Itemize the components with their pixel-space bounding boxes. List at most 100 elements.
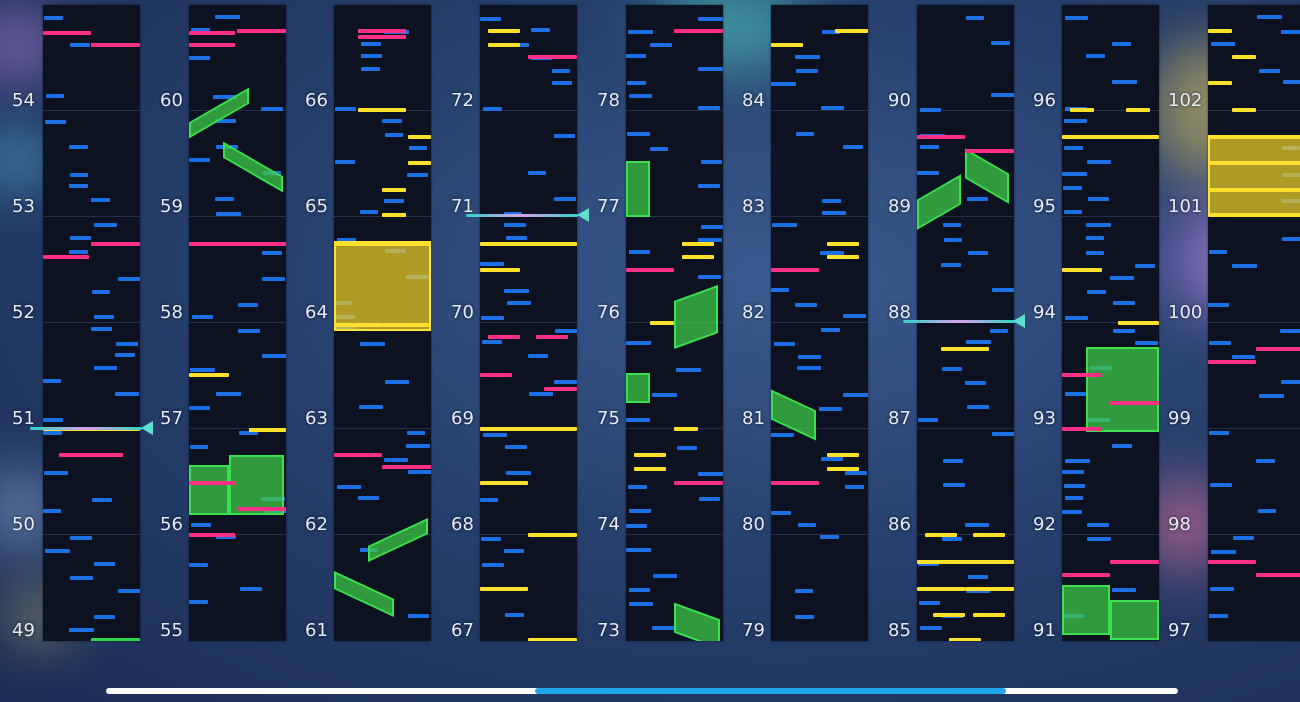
tap-note[interactable] bbox=[701, 225, 723, 229]
tap-note[interactable] bbox=[43, 379, 61, 383]
tap-note[interactable] bbox=[483, 433, 507, 437]
tap-note[interactable] bbox=[843, 314, 866, 318]
flick-note[interactable] bbox=[1256, 573, 1300, 577]
tap-note[interactable] bbox=[240, 587, 262, 591]
tap-note[interactable] bbox=[626, 341, 651, 345]
tap-note[interactable] bbox=[1110, 276, 1134, 280]
tap-note[interactable] bbox=[629, 602, 653, 606]
tap-note[interactable] bbox=[481, 537, 501, 541]
tap-note[interactable] bbox=[1209, 614, 1228, 618]
hold-note[interactable] bbox=[917, 587, 965, 591]
tap-note[interactable] bbox=[943, 483, 965, 487]
hold-note[interactable] bbox=[674, 427, 698, 431]
tap-note[interactable] bbox=[1282, 237, 1300, 241]
hold-note[interactable] bbox=[480, 427, 577, 431]
tap-note[interactable] bbox=[1065, 496, 1083, 500]
tap-note[interactable] bbox=[919, 601, 940, 605]
flick-note[interactable] bbox=[917, 135, 965, 139]
tap-note[interactable] bbox=[845, 471, 867, 475]
tap-note[interactable] bbox=[992, 432, 1014, 436]
hold-note[interactable] bbox=[382, 213, 406, 217]
slide-shape[interactable] bbox=[917, 174, 961, 230]
tap-note[interactable] bbox=[698, 106, 720, 110]
flick-note[interactable] bbox=[536, 335, 568, 339]
tap-note[interactable] bbox=[116, 342, 138, 346]
tap-note[interactable] bbox=[626, 548, 651, 552]
tap-note[interactable] bbox=[821, 106, 844, 110]
tap-note[interactable] bbox=[531, 28, 550, 32]
hold-note[interactable] bbox=[249, 428, 286, 432]
tap-note[interactable] bbox=[966, 16, 984, 20]
tap-note[interactable] bbox=[1210, 587, 1234, 591]
flick-note[interactable] bbox=[626, 268, 674, 272]
tap-note[interactable] bbox=[967, 405, 989, 409]
tap-note[interactable] bbox=[1232, 355, 1255, 359]
flick-note[interactable] bbox=[1062, 427, 1102, 431]
slide-shape[interactable] bbox=[223, 141, 283, 193]
tap-note[interactable] bbox=[45, 120, 66, 124]
flick-note[interactable] bbox=[189, 43, 235, 47]
hold-note[interactable] bbox=[925, 533, 957, 537]
tap-note[interactable] bbox=[505, 613, 524, 617]
hold-note[interactable] bbox=[480, 242, 577, 246]
tap-note[interactable] bbox=[771, 82, 796, 86]
tap-note[interactable] bbox=[1062, 510, 1082, 514]
tap-note[interactable] bbox=[92, 290, 110, 294]
tap-note[interactable] bbox=[69, 250, 88, 254]
tap-note[interactable] bbox=[384, 458, 408, 462]
tap-note[interactable] bbox=[1064, 146, 1083, 150]
tap-note[interactable] bbox=[1135, 341, 1158, 345]
flick-note[interactable] bbox=[1208, 360, 1256, 364]
tap-note[interactable] bbox=[360, 342, 385, 346]
tap-note[interactable] bbox=[1209, 431, 1229, 435]
tap-note[interactable] bbox=[1065, 16, 1088, 20]
tap-note[interactable] bbox=[482, 563, 504, 567]
flick-note[interactable] bbox=[965, 149, 1014, 153]
tap-note[interactable] bbox=[507, 301, 531, 305]
tap-note[interactable] bbox=[795, 303, 817, 307]
tap-note[interactable] bbox=[1209, 341, 1231, 345]
tap-note[interactable] bbox=[408, 614, 429, 618]
hold-note[interactable] bbox=[528, 533, 577, 537]
tap-note[interactable] bbox=[360, 210, 378, 214]
tap-note[interactable] bbox=[1281, 30, 1300, 34]
tap-note[interactable] bbox=[481, 316, 504, 320]
flick-note[interactable] bbox=[1110, 560, 1159, 564]
tap-note[interactable] bbox=[1233, 536, 1254, 540]
tap-note[interactable] bbox=[189, 563, 208, 567]
tap-note[interactable] bbox=[1209, 250, 1227, 254]
slide-shape[interactable] bbox=[368, 518, 428, 562]
tap-note[interactable] bbox=[91, 198, 110, 202]
tap-note[interactable] bbox=[626, 524, 647, 528]
hold-note[interactable] bbox=[408, 161, 431, 165]
flick-note[interactable] bbox=[189, 242, 286, 246]
hold-note[interactable] bbox=[480, 481, 528, 485]
tap-note[interactable] bbox=[943, 223, 961, 227]
hold-note[interactable] bbox=[682, 255, 714, 259]
slide-shape[interactable] bbox=[334, 571, 394, 617]
tap-note[interactable] bbox=[991, 41, 1010, 45]
tap-note[interactable] bbox=[1065, 392, 1086, 396]
hold-note[interactable] bbox=[771, 43, 803, 47]
tap-note[interactable] bbox=[1258, 509, 1276, 513]
tap-note[interactable] bbox=[843, 145, 863, 149]
tap-note[interactable] bbox=[771, 433, 794, 437]
tap-note[interactable] bbox=[797, 366, 821, 370]
hold-note[interactable] bbox=[827, 453, 859, 457]
tap-note[interactable] bbox=[821, 328, 840, 332]
flick-note[interactable] bbox=[674, 481, 723, 485]
tap-note[interactable] bbox=[216, 392, 241, 396]
tap-note[interactable] bbox=[1135, 264, 1155, 268]
tap-note[interactable] bbox=[845, 485, 864, 489]
tap-note[interactable] bbox=[554, 197, 576, 201]
position-marker-line[interactable] bbox=[903, 320, 1015, 323]
tap-note[interactable] bbox=[69, 145, 88, 149]
tap-note[interactable] bbox=[1211, 550, 1236, 554]
tap-note[interactable] bbox=[677, 446, 697, 450]
tap-note[interactable] bbox=[70, 576, 93, 580]
tap-note[interactable] bbox=[1232, 264, 1257, 268]
tap-note[interactable] bbox=[482, 340, 502, 344]
flick-note[interactable] bbox=[358, 35, 406, 39]
tap-note[interactable] bbox=[46, 94, 64, 98]
hold-note[interactable] bbox=[1208, 188, 1300, 192]
